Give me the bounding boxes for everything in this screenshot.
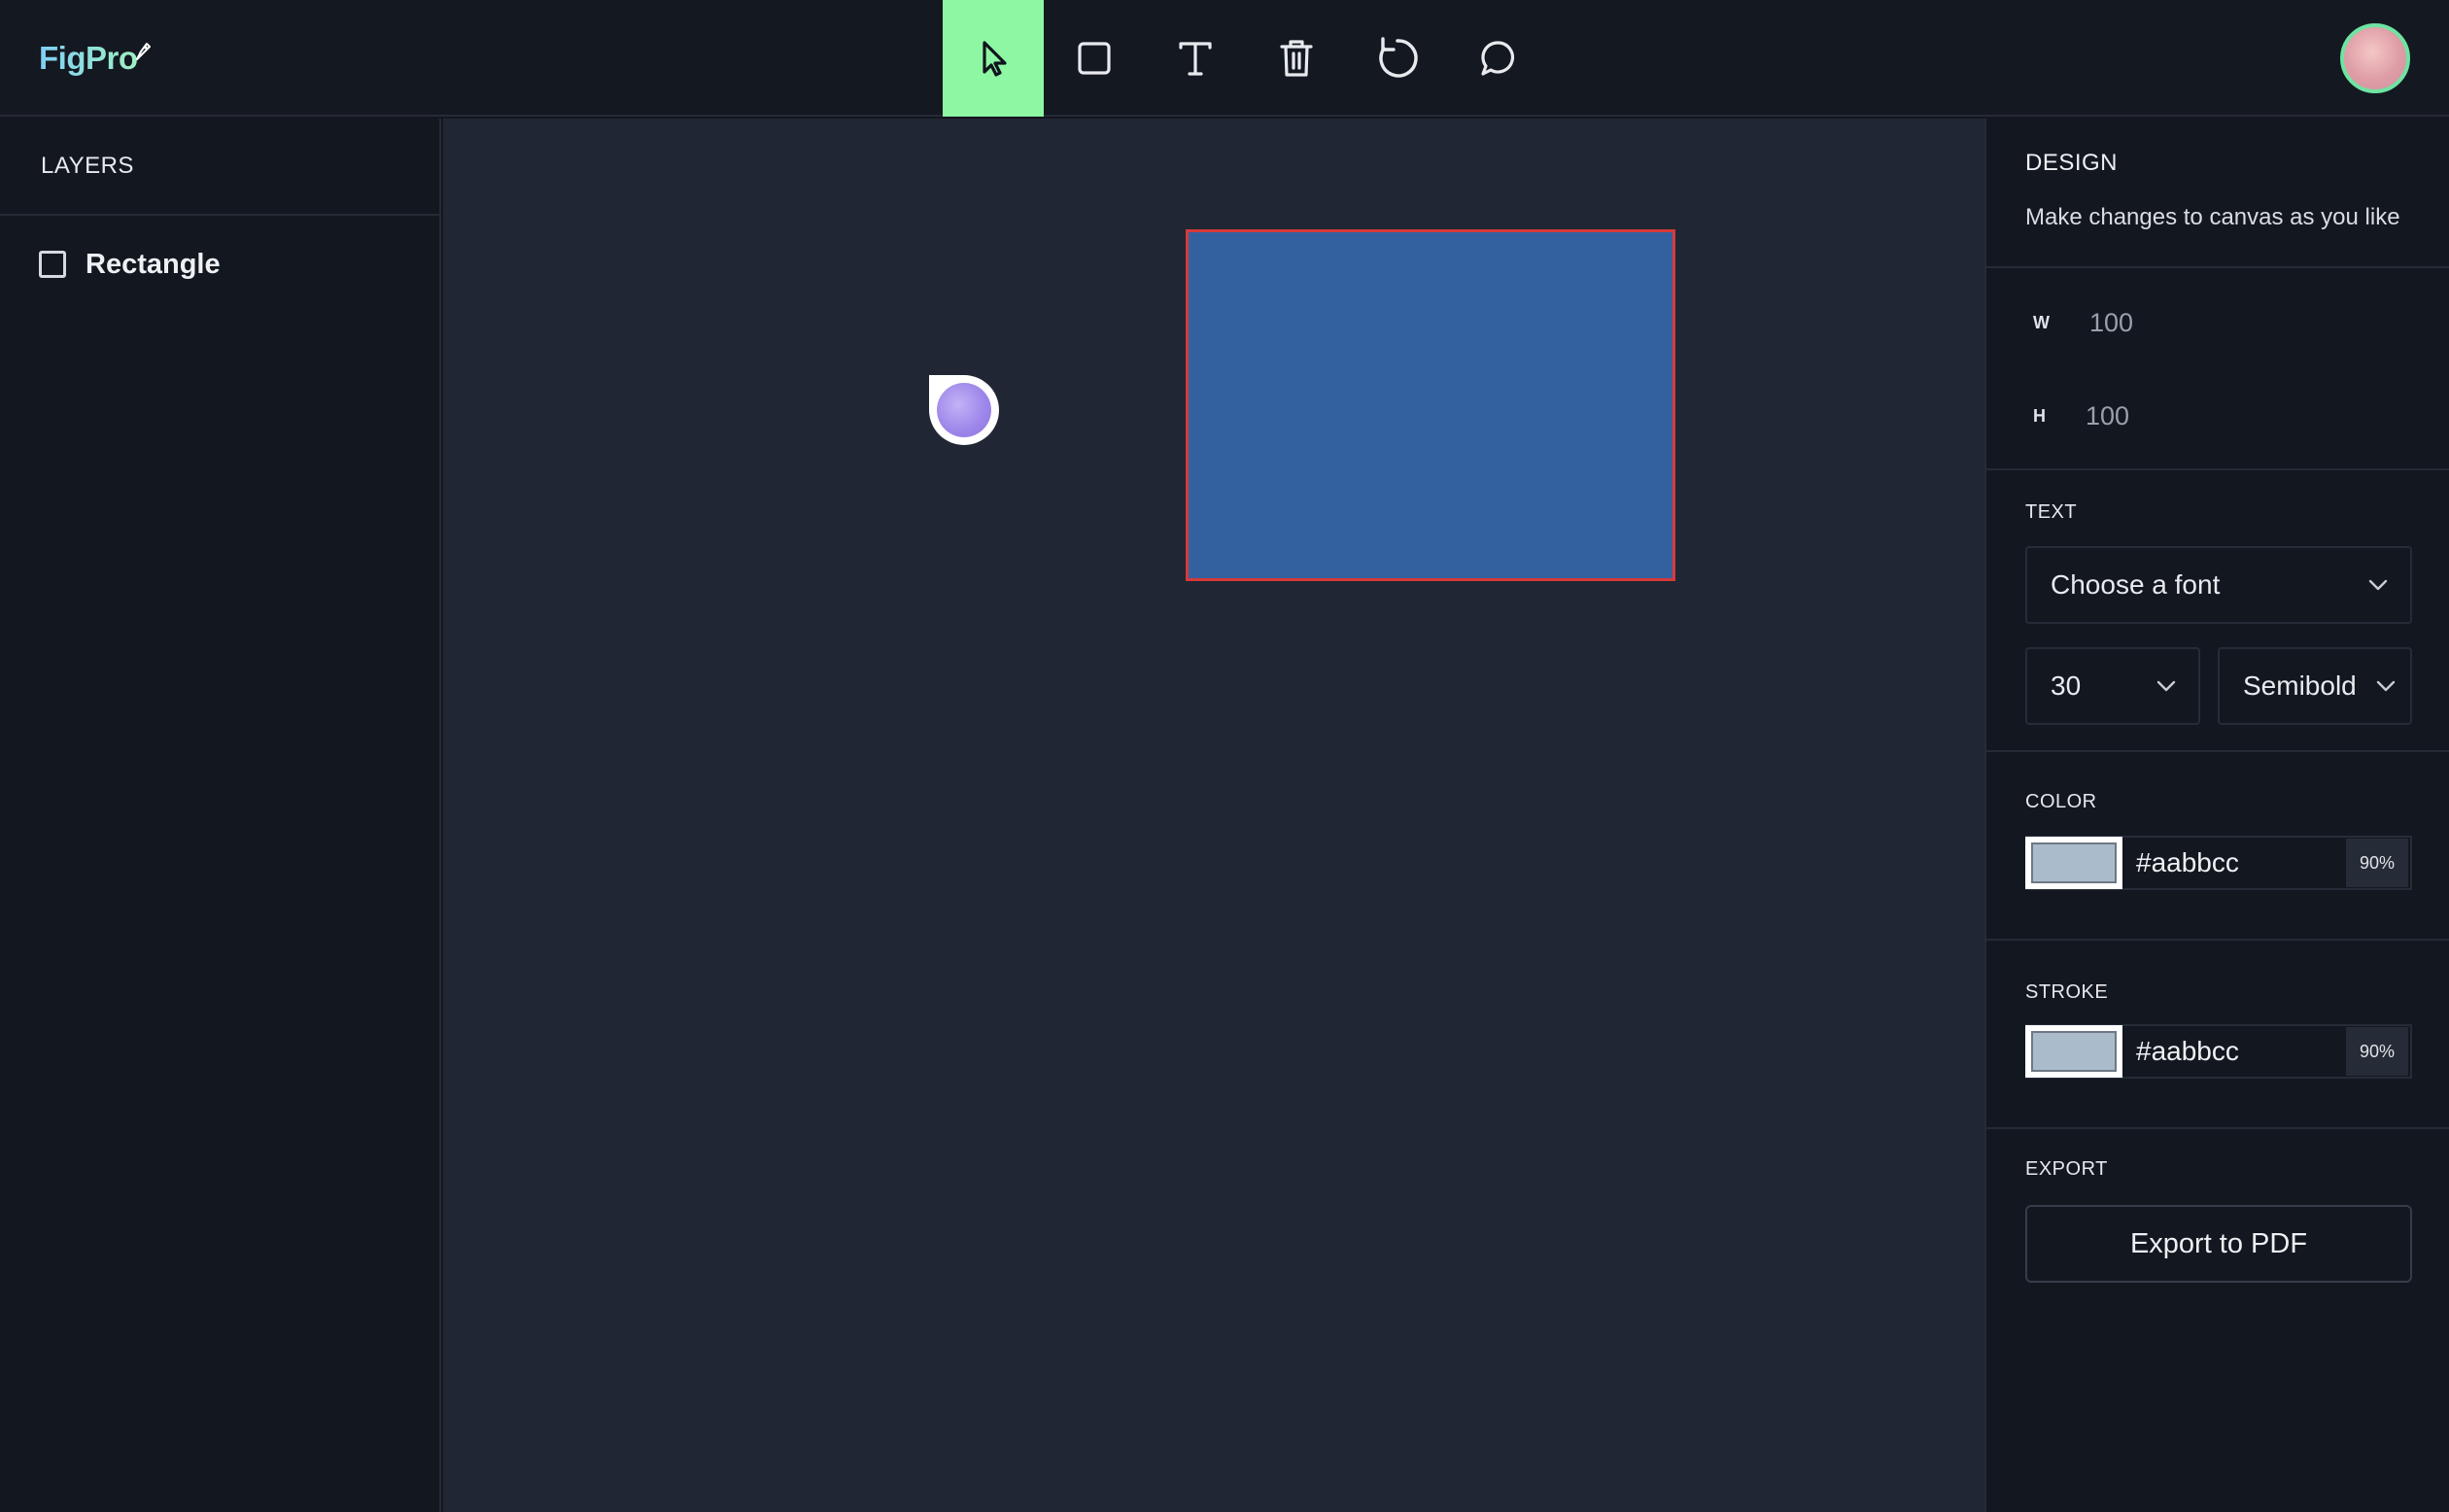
- export-section: EXPORT Export to PDF: [1986, 1129, 2449, 1323]
- height-input[interactable]: [2084, 399, 2278, 432]
- width-row: W: [2025, 276, 2449, 369]
- font-weight-select[interactable]: Semibold: [2218, 647, 2412, 725]
- square-icon: [39, 251, 66, 278]
- text-title: TEXT: [2025, 501, 2078, 523]
- design-title: DESIGN: [2025, 150, 2119, 176]
- reset-tool-button[interactable]: [1347, 0, 1448, 117]
- font-family-select[interactable]: Choose a font: [2025, 546, 2412, 624]
- comment-tool-button[interactable]: [1448, 0, 1549, 117]
- chevron-down-icon: [2156, 680, 2176, 692]
- toolbar: [943, 0, 1549, 117]
- delete-tool-button[interactable]: [1246, 0, 1347, 117]
- text-icon: [1179, 42, 1212, 76]
- layers-panel: LAYERS Rectangle: [0, 119, 441, 1512]
- width-input[interactable]: [2087, 306, 2282, 339]
- pen-nib-icon: [135, 43, 151, 60]
- comment-pin[interactable]: [929, 375, 999, 445]
- stroke-color-hex[interactable]: #aabbcc: [2136, 1036, 2346, 1067]
- font-size-select[interactable]: 30: [2025, 647, 2200, 725]
- fill-opacity[interactable]: 90%: [2346, 839, 2408, 887]
- height-label: H: [2033, 405, 2046, 426]
- stroke-section: STROKE #aabbcc 90%: [1986, 941, 2449, 1129]
- height-row: H: [2025, 369, 2449, 463]
- dimensions-section: W H: [1986, 268, 2449, 470]
- font-family-value: Choose a font: [2051, 569, 2221, 600]
- fill-color-row[interactable]: #aabbcc 90%: [2025, 836, 2412, 890]
- design-canvas[interactable]: [443, 119, 1984, 1512]
- square-icon: [1078, 42, 1111, 75]
- design-subtitle: Make changes to canvas as you like: [2025, 204, 2400, 230]
- rotate-icon: [1379, 37, 1418, 78]
- fill-color-swatch[interactable]: [2025, 837, 2122, 889]
- logo-text: FigPro: [39, 40, 138, 76]
- layer-item-rectangle[interactable]: Rectangle: [0, 216, 439, 313]
- app-logo[interactable]: FigPro: [39, 37, 152, 80]
- text-tool-button[interactable]: [1145, 0, 1246, 117]
- stroke-color-row[interactable]: #aabbcc 90%: [2025, 1024, 2412, 1079]
- comment-icon: [1481, 41, 1515, 76]
- top-navbar: FigPro: [0, 0, 2449, 117]
- trash-icon: [1280, 40, 1313, 77]
- color-section: COLOR #aabbcc 90%: [1986, 752, 2449, 941]
- stroke-opacity[interactable]: 90%: [2346, 1027, 2408, 1076]
- stroke-color-swatch[interactable]: [2025, 1025, 2122, 1078]
- stroke-color-preview: [2031, 1031, 2117, 1072]
- comment-avatar: [937, 383, 991, 437]
- chevron-down-icon: [2376, 680, 2396, 692]
- font-weight-value: Semibold: [2243, 670, 2357, 701]
- canvas-rectangle[interactable]: [1186, 229, 1675, 581]
- select-tool-button[interactable]: [943, 0, 1044, 117]
- stroke-title: STROKE: [2025, 981, 2109, 1003]
- export-pdf-button[interactable]: Export to PDF: [2025, 1205, 2412, 1283]
- fill-color-preview: [2031, 842, 2117, 883]
- export-title: EXPORT: [2025, 1158, 2108, 1180]
- design-header-section: DESIGN Make changes to canvas as you lik…: [1986, 119, 2449, 268]
- design-panel: DESIGN Make changes to canvas as you lik…: [1984, 119, 2449, 1512]
- text-section: TEXT Choose a font 30 Semibold: [1986, 470, 2449, 752]
- color-title: COLOR: [2025, 791, 2097, 812]
- chevron-down-icon: [2368, 579, 2388, 591]
- layer-label: Rectangle: [86, 248, 221, 280]
- user-avatar[interactable]: [2340, 23, 2410, 93]
- width-label: W: [2033, 312, 2050, 332]
- rectangle-tool-button[interactable]: [1044, 0, 1145, 117]
- font-size-value: 30: [2051, 670, 2082, 701]
- cursor-icon: [983, 41, 1007, 77]
- layers-title: LAYERS: [0, 119, 439, 216]
- fill-color-hex[interactable]: #aabbcc: [2136, 847, 2346, 878]
